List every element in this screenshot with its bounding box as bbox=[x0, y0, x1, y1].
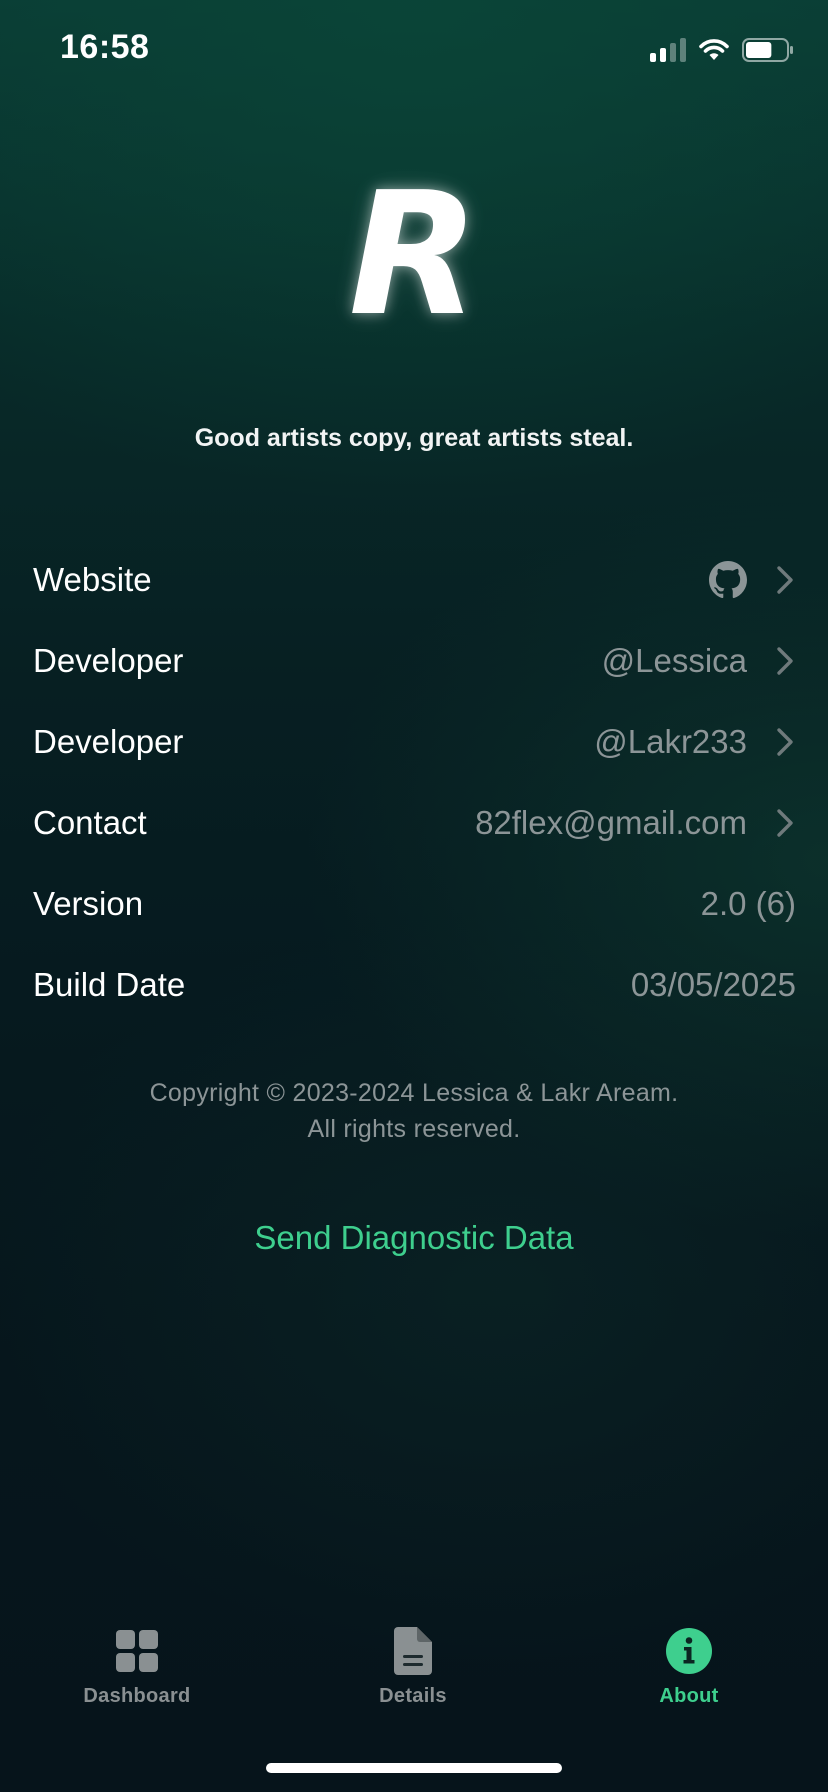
tab-label: Details bbox=[379, 1685, 447, 1707]
info-row-label: Contact bbox=[33, 803, 147, 841]
info-row-value: 2.0 (6) bbox=[700, 884, 796, 922]
wifi-icon bbox=[699, 39, 729, 60]
chevron-right-icon bbox=[774, 725, 796, 759]
cellular-signal-icon bbox=[650, 38, 686, 62]
chevron-right-icon bbox=[774, 806, 796, 840]
dashboard-grid-icon bbox=[111, 1625, 163, 1677]
send-diagnostic-data-button[interactable]: Send Diagnostic Data bbox=[214, 1210, 614, 1266]
tab-bar: Dashboard Details About bbox=[0, 1625, 828, 1735]
info-row-label: Version bbox=[33, 884, 144, 922]
info-row-value: @Lakr233 bbox=[594, 722, 747, 760]
logo-letter: R bbox=[348, 156, 480, 354]
tab-dashboard[interactable]: Dashboard bbox=[47, 1625, 227, 1735]
tab-about[interactable]: About bbox=[599, 1625, 779, 1735]
info-row-label: Developer bbox=[33, 722, 184, 760]
info-row-label: Developer bbox=[33, 641, 184, 679]
tab-label: About bbox=[659, 1685, 719, 1707]
info-row-label: Build Date bbox=[33, 965, 186, 1003]
battery-icon bbox=[742, 38, 793, 62]
copyright-notice: Copyright © 2023-2024 Lessica & Lakr Are… bbox=[0, 1075, 828, 1147]
info-row-version: Version 2.0 (6) bbox=[0, 863, 828, 944]
app-logo: R bbox=[0, 170, 828, 340]
chevron-right-icon bbox=[774, 563, 796, 597]
info-row-value: @Lessica bbox=[601, 641, 747, 679]
info-row-label: Website bbox=[33, 560, 152, 598]
status-time: 16:58 bbox=[60, 28, 150, 66]
info-row-value: 03/05/2025 bbox=[630, 965, 796, 1003]
about-screen: 16:58 R Good artists copy, great artists… bbox=[0, 0, 828, 1792]
status-bar: 16:58 bbox=[0, 0, 828, 100]
home-indicator bbox=[266, 1763, 562, 1773]
github-icon bbox=[709, 560, 747, 599]
tab-label: Dashboard bbox=[83, 1685, 191, 1707]
info-row-website[interactable]: Website bbox=[0, 539, 828, 620]
chevron-right-icon bbox=[774, 644, 796, 678]
rights-line: All rights reserved. bbox=[307, 1115, 521, 1143]
info-row-build-date: Build Date 03/05/2025 bbox=[0, 944, 828, 1025]
info-list: Website Developer @Lessica Developer @La… bbox=[0, 539, 828, 1025]
tab-details[interactable]: Details bbox=[323, 1625, 503, 1735]
status-icons bbox=[650, 36, 794, 64]
copyright-line: Copyright © 2023-2024 Lessica & Lakr Are… bbox=[149, 1079, 679, 1107]
info-row-value: 82flex@gmail.com bbox=[475, 803, 747, 841]
tagline: Good artists copy, great artists steal. bbox=[194, 424, 634, 452]
info-row-contact[interactable]: Contact 82flex@gmail.com bbox=[0, 782, 828, 863]
document-icon bbox=[387, 1625, 439, 1677]
info-icon bbox=[663, 1625, 715, 1677]
info-row-developer-lakr233[interactable]: Developer @Lakr233 bbox=[0, 701, 828, 782]
info-row-developer-lessica[interactable]: Developer @Lessica bbox=[0, 620, 828, 701]
